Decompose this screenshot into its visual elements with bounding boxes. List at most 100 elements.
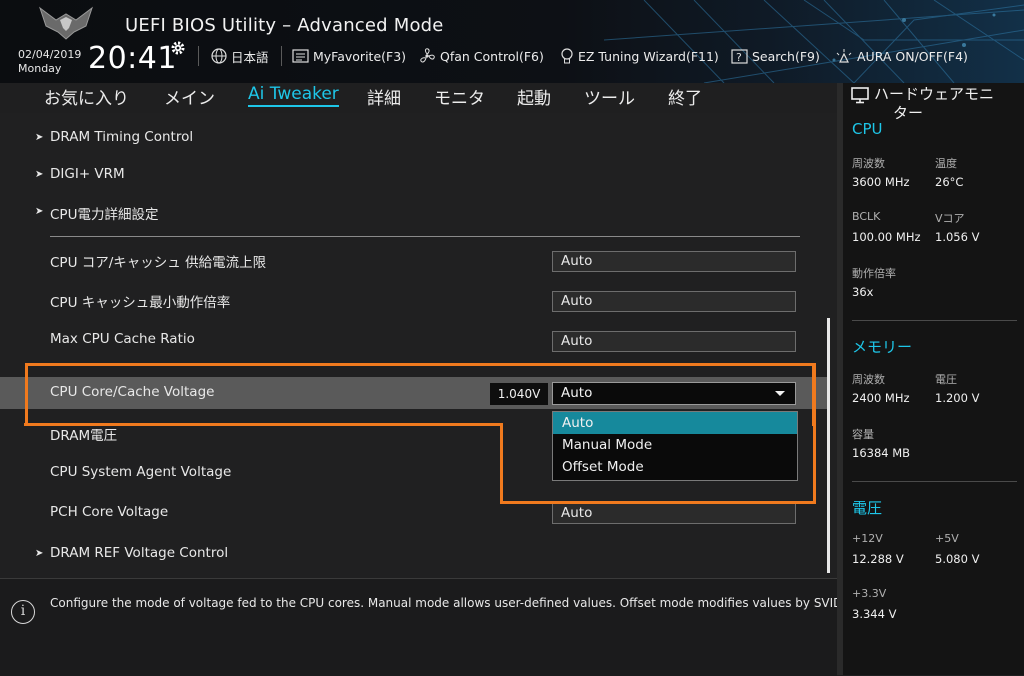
submenu-arrow-icon: ➤ (35, 548, 44, 559)
v5-value: 5.080 V (935, 552, 980, 566)
section-divider (50, 236, 800, 237)
day-text: Monday (18, 62, 62, 75)
max-cpu-cache-ratio-label: Max CPU Cache Ratio (50, 331, 195, 347)
title-bar: UEFI BIOS Utility – Advanced Mode 02/04/… (0, 0, 1024, 83)
info-icon: i (11, 600, 35, 624)
v5-label: +5V (935, 532, 959, 545)
cpu-heading: CPU (852, 120, 883, 138)
tab-boot[interactable]: 起動 (517, 84, 551, 109)
tab-main[interactable]: メイン (164, 84, 215, 109)
qfan-label: Qfan Control(F6) (440, 48, 544, 64)
ez-tuning-label: EZ Tuning Wizard(F11) (578, 48, 719, 64)
mem-cap-label: 容量 (852, 428, 874, 441)
cpu-cache-min-ratio-field[interactable]: Auto (552, 291, 796, 312)
search-label: Search(F9) (752, 48, 820, 64)
tab-ai-tweaker[interactable]: Ai Tweaker (248, 84, 339, 107)
cpu-current-limit-label: CPU コア/キャッシュ 供給電流上限 (50, 255, 267, 271)
vcore-label: Vコア (935, 212, 965, 225)
qfan-control-button[interactable]: Qfan Control(F6) (418, 46, 544, 66)
mem-volt-value: 1.200 V (935, 391, 980, 405)
submenu-arrow-icon: ➤ (35, 132, 44, 143)
search-button[interactable]: ? Search(F9) (731, 46, 820, 66)
my-favorite-label: MyFavorite(F3) (313, 48, 407, 64)
clock: 20:41 (88, 41, 177, 76)
hw-divider (852, 481, 1017, 482)
hardware-monitor-panel: ハードウェアモニ ター CPU 周波数 温度 3600 MHz 26°C BCL… (837, 83, 1024, 675)
cpu-current-limit-field[interactable]: Auto (552, 251, 796, 272)
cpu-sa-voltage-label: CPU System Agent Voltage (50, 464, 232, 480)
bclk-label: BCLK (852, 210, 881, 223)
annotation-outline (500, 501, 816, 504)
tab-tool[interactable]: ツール (584, 84, 635, 109)
tab-advanced[interactable]: 詳細 (367, 84, 401, 109)
bclk-value: 100.00 MHz (852, 230, 921, 244)
settings-panel: ➤ DRAM Timing Control ➤ DIGI+ VRM ➤ CPU電… (0, 113, 837, 578)
date-display: 02/04/2019 Monday (18, 48, 81, 76)
hardware-monitor-title: ハードウェアモニ ター (858, 85, 1018, 123)
header-separator (281, 46, 282, 66)
lightbulb-icon (561, 47, 573, 63)
annotation-outline (813, 363, 816, 504)
hw-divider (852, 320, 1017, 321)
vcore-value: 1.056 V (935, 230, 980, 244)
annotation-outline (500, 423, 503, 504)
circuit-background (604, 0, 1024, 83)
voltage-heading: 電圧 (852, 499, 883, 517)
dram-voltage-label: DRAM電圧 (50, 428, 118, 444)
memory-heading: メモリー (852, 338, 913, 356)
mem-freq-label: 周波数 (852, 373, 885, 386)
submenu-arrow-icon: ➤ (35, 169, 44, 180)
submenu-arrow-icon: ➤ (35, 206, 44, 217)
tab-favorites[interactable]: お気に入り (44, 84, 129, 109)
dropdown-option-manual[interactable]: Manual Mode (553, 434, 797, 456)
mem-cap-value: 16384 MB (852, 446, 911, 460)
cpu-ratio-value: 36x (852, 285, 874, 299)
fan-icon (420, 48, 435, 63)
v33-value: 3.344 V (852, 607, 897, 621)
cpu-temp-label: 温度 (935, 157, 957, 170)
menu-dram-timing-control[interactable]: DRAM Timing Control (50, 129, 193, 145)
tuf-logo (39, 6, 93, 40)
pch-core-voltage-field[interactable]: Auto (552, 503, 796, 524)
menu-digi-vrm[interactable]: DIGI+ VRM (50, 166, 125, 182)
date-text: 02/04/2019 (18, 48, 82, 61)
help-text: Configure the mode of voltage fed to the… (50, 596, 847, 610)
tab-exit[interactable]: 終了 (668, 84, 702, 109)
pch-core-voltage-label: PCH Core Voltage (50, 504, 169, 520)
v12-label: +12V (852, 532, 883, 545)
annotation-outline (24, 423, 502, 426)
help-bar: i Configure the mode of voltage fed to t… (0, 578, 846, 676)
cpu-cache-min-ratio-label: CPU キャッシュ最小動作倍率 (50, 295, 231, 311)
cpu-ratio-label: 動作倍率 (852, 267, 896, 280)
hw-title-line1: ハードウェアモニ (874, 85, 995, 103)
ez-tuning-wizard-button[interactable]: EZ Tuning Wizard(F11) (560, 46, 719, 66)
aura-light-icon (836, 49, 852, 63)
gear-icon[interactable] (170, 40, 186, 56)
annotation-outline (25, 363, 815, 426)
my-favorite-button[interactable]: MyFavorite(F3) (292, 46, 406, 66)
v12-value: 12.288 V (852, 552, 904, 566)
mem-freq-value: 2400 MHz (852, 391, 910, 405)
favorites-list-icon (292, 49, 309, 63)
scrollbar[interactable] (827, 318, 830, 573)
language-label: 日本語 (231, 49, 269, 65)
globe-icon (211, 48, 227, 64)
language-button[interactable]: 日本語 (211, 46, 269, 66)
help-search-icon: ? (731, 48, 748, 64)
mem-volt-label: 電圧 (935, 373, 957, 386)
tab-monitor[interactable]: モニタ (434, 84, 485, 109)
menu-cpu-power-settings[interactable]: CPU電力詳細設定 (50, 203, 158, 223)
dropdown-option-offset[interactable]: Offset Mode (553, 456, 797, 478)
cpu-freq-value: 3600 MHz (852, 175, 910, 189)
svg-text:?: ? (736, 51, 742, 64)
cpu-freq-label: 周波数 (852, 157, 885, 170)
app-title: UEFI BIOS Utility – Advanced Mode (125, 15, 444, 36)
aura-toggle-button[interactable]: AURA ON/OFF(F4) (835, 46, 968, 66)
main-menu-tabs: お気に入り メイン Ai Tweaker 詳細 モニタ 起動 ツール 終了 (0, 83, 837, 113)
max-cpu-cache-ratio-field[interactable]: Auto (552, 331, 796, 352)
v33-label: +3.3V (852, 587, 887, 600)
menu-dram-ref-voltage[interactable]: DRAM REF Voltage Control (50, 545, 228, 561)
aura-label: AURA ON/OFF(F4) (857, 48, 968, 64)
header-separator (198, 46, 199, 66)
cpu-temp-value: 26°C (935, 175, 964, 189)
